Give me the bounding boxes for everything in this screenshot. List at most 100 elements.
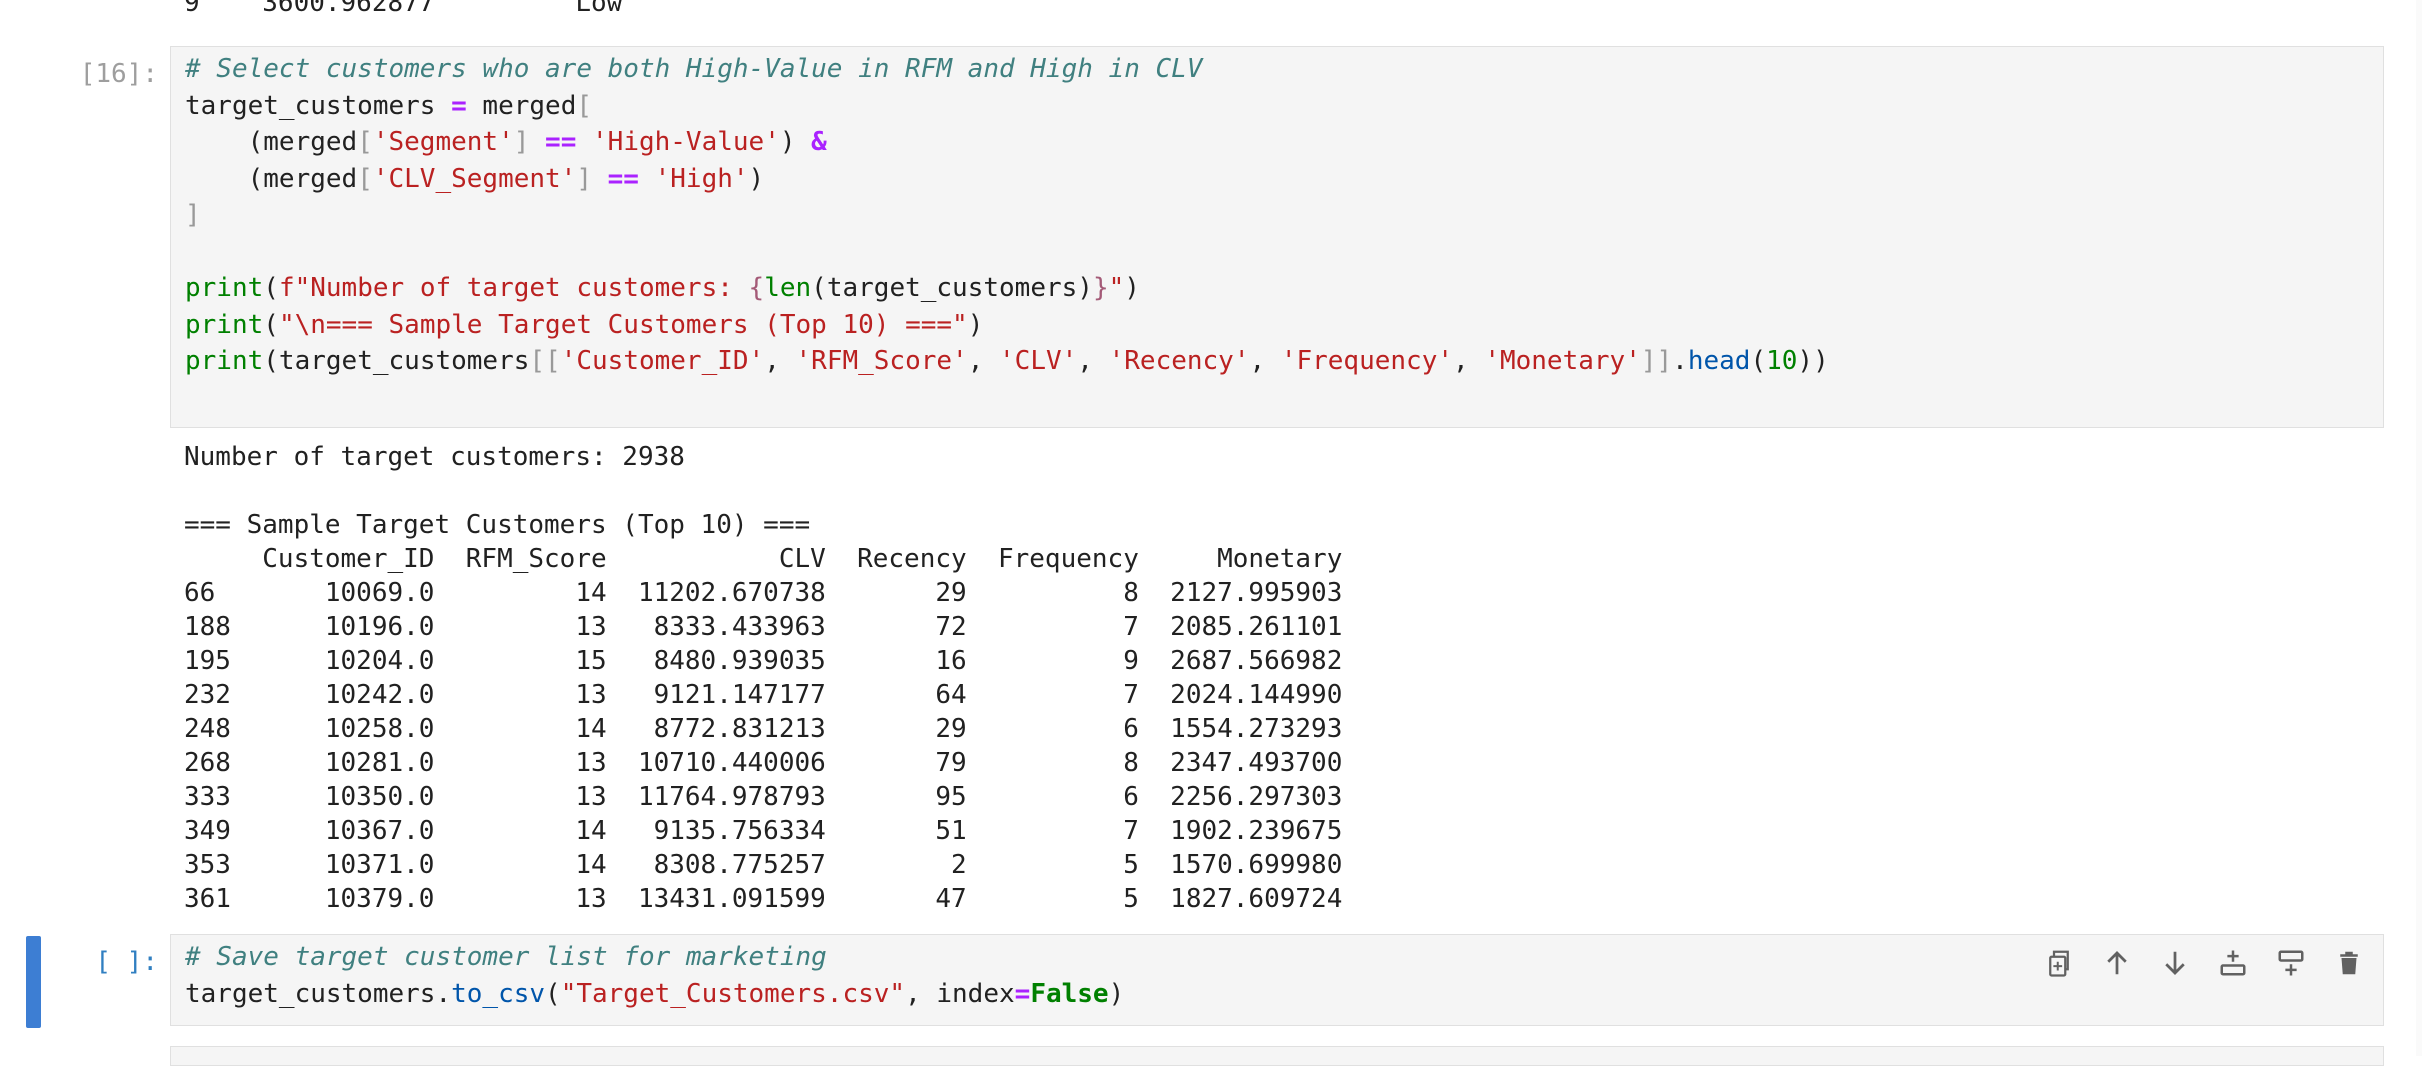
code-string: "	[1108, 273, 1125, 303]
code-bracket: ]	[185, 200, 201, 230]
code-string: 'CLV'	[999, 346, 1078, 376]
code-token: ,	[1077, 346, 1109, 376]
code-token: .	[1672, 346, 1688, 376]
insert-cell-above-button[interactable]	[2214, 944, 2252, 982]
code-string: "Target_Customers.csv"	[560, 978, 906, 1009]
code-bracket: ]]	[1640, 346, 1673, 376]
code-string: "\n=== Sample Target Customers (Top 10) …	[278, 309, 968, 340]
output-row: 232 10242.0 13 9121.147177 64 7 2024.144…	[184, 680, 1343, 710]
delete-icon	[2340, 951, 2358, 975]
code-token: ,	[1249, 346, 1281, 376]
code-token: )	[748, 163, 765, 194]
code-token: target_customers	[185, 978, 436, 1009]
insert-below-icon	[2278, 950, 2304, 976]
move-cell-down-button[interactable]	[2156, 944, 2194, 982]
move-cell-up-button[interactable]	[2098, 944, 2136, 982]
previous-output-last-row: 9 3600.962877 Low	[184, 0, 623, 18]
code-comment: # Save target customer list for marketin…	[185, 942, 827, 972]
code-builtin: print	[185, 346, 264, 376]
code-operator: ==	[607, 163, 639, 194]
move-up-icon	[2107, 951, 2127, 975]
code-number: 10	[1766, 346, 1798, 376]
cell-16-code[interactable]: # Select customers who are both High-Val…	[185, 51, 1829, 380]
code-interp: {	[748, 273, 765, 303]
code-token: target_customers	[185, 90, 436, 121]
code-token: (	[263, 273, 279, 303]
output-row: 188 10196.0 13 8333.433963 72 7 2085.261…	[184, 612, 1343, 642]
code-token: )	[1124, 273, 1140, 303]
code-string: f"Number of target customers:	[278, 273, 749, 303]
output-count-line: Number of target customers: 2938	[184, 442, 685, 472]
code-token: ,	[764, 346, 796, 376]
code-token: ,	[905, 978, 937, 1009]
output-header-line: === Sample Target Customers (Top 10) ===	[184, 510, 811, 540]
code-bracket: [	[357, 163, 373, 194]
code-string: 'Monetary'	[1484, 346, 1641, 376]
code-string: 'Customer_ID'	[560, 346, 765, 376]
notebook-scroll-edge	[2416, 0, 2422, 1056]
code-operator: ==	[545, 127, 577, 157]
output-row: 349 10367.0 14 9135.756334 51 7 1902.239…	[184, 816, 1343, 846]
output-row: 195 10204.0 15 8480.939035 16 9 2687.566…	[184, 646, 1343, 676]
duplicate-icon	[2049, 950, 2069, 977]
code-token: )	[779, 127, 796, 157]
code-bracket: [[	[529, 346, 561, 376]
next-cell-input-edge[interactable]	[170, 1046, 2384, 1066]
code-token: merged	[482, 90, 577, 121]
code-token: (target_customers	[263, 346, 530, 376]
cell-17-prompt: [ ]:	[95, 947, 158, 977]
code-interp: }	[1092, 273, 1109, 303]
code-token: )	[1108, 978, 1125, 1009]
code-token: )	[967, 309, 984, 340]
code-token: (target_customers)	[811, 273, 1093, 303]
code-string: 'RFM_Score'	[795, 346, 968, 376]
code-bracket: [	[576, 90, 592, 121]
code-comment: # Select customers who are both High-Val…	[185, 54, 1203, 84]
code-method: head	[1687, 346, 1751, 376]
cell-17-code[interactable]: # Save target customer list for marketin…	[185, 939, 1124, 1012]
code-bracket: [	[357, 127, 373, 157]
code-operator: &	[811, 127, 827, 157]
code-operator: =	[1014, 978, 1031, 1009]
code-operator: =	[451, 90, 467, 121]
code-token: (	[1750, 346, 1767, 376]
code-string: 'Frequency'	[1280, 346, 1453, 376]
output-row: 268 10281.0 13 10710.440006 79 8 2347.49…	[184, 748, 1343, 778]
insert-cell-below-button[interactable]	[2272, 944, 2310, 982]
output-row: 66 10069.0 14 11202.670738 29 8 2127.995…	[184, 578, 1343, 608]
cell-toolbar	[2040, 944, 2368, 982]
cell-16-prompt: [16]:	[79, 59, 158, 89]
code-token: ,	[1453, 346, 1485, 376]
code-builtin: print	[185, 273, 264, 303]
code-string: 'Recency'	[1108, 346, 1250, 376]
duplicate-cell-button[interactable]	[2040, 944, 2078, 982]
code-builtin: len	[764, 273, 812, 303]
code-string: 'Segment'	[372, 127, 514, 157]
code-token: .	[435, 978, 452, 1009]
code-bracket: ]	[576, 163, 592, 194]
move-down-icon	[2165, 951, 2185, 975]
code-token: (merged	[185, 163, 358, 194]
code-token: (	[263, 309, 279, 340]
code-string: 'High'	[654, 163, 749, 194]
code-string: 'CLV_Segment'	[372, 163, 577, 194]
code-string: 'High-Value'	[592, 127, 780, 157]
output-row: 248 10258.0 14 8772.831213 29 6 1554.273…	[184, 714, 1343, 744]
output-columns-line: Customer_ID RFM_Score CLV Recency Freque…	[184, 544, 1343, 574]
code-token: ))	[1797, 346, 1829, 376]
cell-16-output: Number of target customers: 2938 === Sam…	[184, 440, 1342, 916]
insert-above-icon	[2220, 950, 2246, 976]
code-keyword: False	[1030, 978, 1109, 1009]
code-method: to_csv	[451, 978, 546, 1009]
code-builtin: print	[185, 309, 264, 340]
cell-16-code-input[interactable]: # Select customers who are both High-Val…	[170, 46, 2384, 428]
output-row: 361 10379.0 13 13431.091599 47 5 1827.60…	[184, 884, 1343, 914]
output-row: 333 10350.0 13 11764.978793 95 6 2256.29…	[184, 782, 1343, 812]
delete-cell-button[interactable]	[2330, 944, 2368, 982]
code-token: (	[545, 978, 561, 1009]
code-token: (merged	[185, 127, 358, 157]
code-token: index	[936, 978, 1015, 1009]
output-row: 353 10371.0 14 8308.775257 2 5 1570.6999…	[184, 850, 1343, 880]
code-token: ,	[967, 346, 1000, 376]
code-bracket: ]	[513, 127, 530, 157]
